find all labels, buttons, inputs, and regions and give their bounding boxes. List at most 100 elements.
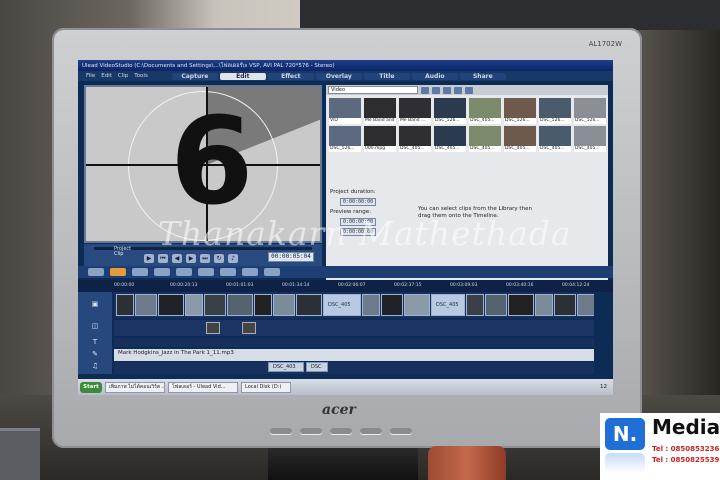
library-thumbnail[interactable]: DSC_526... xyxy=(329,126,361,152)
video-clip[interactable] xyxy=(254,294,272,316)
library-thumbnail[interactable]: Me Band ... xyxy=(399,98,431,124)
folder-icon[interactable] xyxy=(421,86,429,94)
video-clip-selected[interactable]: DSC_405 xyxy=(323,294,361,316)
home-icon[interactable]: ⏮ xyxy=(158,254,168,263)
fit-icon[interactable] xyxy=(220,268,236,276)
video-clip[interactable] xyxy=(185,294,203,316)
tab-title[interactable]: Title xyxy=(363,72,410,80)
library-thumbnail[interactable]: VID xyxy=(329,98,361,124)
title-track[interactable] xyxy=(114,338,594,347)
options-icon[interactable] xyxy=(454,86,462,94)
video-clip[interactable] xyxy=(296,294,322,316)
overlay-clip[interactable] xyxy=(206,322,220,334)
menu-edit[interactable]: Edit xyxy=(101,73,112,79)
video-track[interactable]: DSC_405 DSC_405 xyxy=(114,292,594,318)
thumbnail-image xyxy=(399,126,431,146)
start-button[interactable]: Start xyxy=(80,381,102,393)
video-clip[interactable] xyxy=(273,294,295,316)
tab-share[interactable]: Share xyxy=(459,72,506,80)
taskbar-item[interactable]: Local Disk (D:) xyxy=(241,381,291,393)
volume-icon[interactable]: ♪ xyxy=(228,254,238,263)
dark-wall-panel xyxy=(300,0,720,30)
video-track-icon[interactable]: ▣ xyxy=(88,300,102,309)
voice-track-icon[interactable]: ✎ xyxy=(88,350,102,359)
video-clip[interactable] xyxy=(535,294,553,316)
library-category-select[interactable]: Video xyxy=(328,86,418,94)
zoom-slider[interactable] xyxy=(198,268,214,276)
voice-clip[interactable]: DSC xyxy=(306,362,328,372)
library-thumbnail[interactable]: DSC_405... xyxy=(504,126,536,152)
menu-tools[interactable]: Tools xyxy=(134,73,148,79)
video-clip[interactable] xyxy=(554,294,576,316)
undo-icon[interactable] xyxy=(154,268,170,276)
library-thumbnail[interactable]: Me Band and ... xyxy=(364,98,396,124)
monitor-power-button[interactable] xyxy=(390,428,412,434)
track-manager-icon[interactable] xyxy=(264,268,280,276)
project-clip-toggle[interactable]: Project Clip xyxy=(114,247,131,257)
thumbnail-image xyxy=(574,98,606,118)
taskbar-item[interactable]: เพิ่มภาพ ไม่ได้คอนเวิร์ต ... xyxy=(105,381,165,393)
end-icon[interactable]: ⏭ xyxy=(200,254,210,263)
video-clip[interactable] xyxy=(158,294,184,316)
video-clip[interactable] xyxy=(116,294,134,316)
library-thumbnail[interactable]: DSC_526... xyxy=(574,98,606,124)
library-thumbnail[interactable]: DSC_526... xyxy=(539,98,571,124)
overlay-track-icon[interactable]: ◫ xyxy=(88,322,102,331)
monitor-menu-button[interactable] xyxy=(360,428,382,434)
timeline-ruler[interactable]: 00:00:00 00:00:20:13 00:01:01:03 00:01:34:1… xyxy=(78,280,613,292)
ruler-tick-label: 00:03:09:03 xyxy=(450,283,478,288)
video-clip[interactable] xyxy=(466,294,484,316)
library-thumbnail[interactable]: DSC_405... xyxy=(434,126,466,152)
video-clip[interactable] xyxy=(362,294,380,316)
monitor-left-button[interactable] xyxy=(300,428,322,434)
tab-effect[interactable]: Effect xyxy=(267,72,314,80)
video-clip[interactable] xyxy=(204,294,226,316)
overlay-track[interactable] xyxy=(114,320,594,336)
tab-audio[interactable]: Audio xyxy=(411,72,458,80)
storyboard-view-icon[interactable] xyxy=(88,268,104,276)
library-thumbnail[interactable]: DSC_526... xyxy=(434,98,466,124)
video-clip-selected[interactable]: DSC_405 xyxy=(431,294,465,316)
voice-track[interactable] xyxy=(114,362,594,374)
timecode-display[interactable]: 00:00:05:04 xyxy=(268,252,314,262)
redo-icon[interactable] xyxy=(176,268,192,276)
library-thumbnail[interactable]: DSC_405... xyxy=(469,126,501,152)
menu-file[interactable]: File xyxy=(86,73,95,79)
video-clip[interactable] xyxy=(135,294,157,316)
music-track-icon[interactable]: ♫ xyxy=(88,362,102,371)
overlay-clip[interactable] xyxy=(242,322,256,334)
video-clip[interactable] xyxy=(577,294,594,316)
library-thumbnail[interactable]: 000.mpg xyxy=(364,126,396,152)
video-clip[interactable] xyxy=(227,294,253,316)
voice-clip[interactable]: DSC_403 xyxy=(268,362,304,372)
monitor-right-button[interactable] xyxy=(330,428,352,434)
library-thumbnail[interactable]: DSC_526... xyxy=(504,98,536,124)
next-frame-icon[interactable]: ▶ xyxy=(186,254,196,263)
play-icon[interactable]: ▶ xyxy=(144,254,154,263)
video-clip[interactable] xyxy=(508,294,534,316)
tab-overlay[interactable]: Overlay xyxy=(315,72,362,80)
thumbnail-image xyxy=(329,126,361,146)
video-clip[interactable] xyxy=(381,294,403,316)
library-thumbnail[interactable]: DSC_405... xyxy=(539,126,571,152)
timeline-view-icon[interactable] xyxy=(110,268,126,276)
library-thumbnail[interactable]: DSC_405... xyxy=(399,126,431,152)
taskbar-item[interactable]: โฟลเดอร์ - Ulead Vid... xyxy=(168,381,238,393)
view-icon[interactable] xyxy=(443,86,451,94)
library-thumbnail[interactable]: DSC_405... xyxy=(574,126,606,152)
menu-clip[interactable]: Clip xyxy=(118,73,128,79)
audio-view-icon[interactable] xyxy=(132,268,148,276)
color-icon[interactable] xyxy=(465,86,473,94)
title-track-icon[interactable]: T xyxy=(88,338,102,347)
video-clip[interactable] xyxy=(404,294,430,316)
thumbnail-caption: VID xyxy=(329,118,361,124)
prev-frame-icon[interactable]: ◀ xyxy=(172,254,182,263)
tab-capture[interactable]: Capture xyxy=(171,72,218,80)
image-icon[interactable] xyxy=(432,86,440,94)
video-clip[interactable] xyxy=(485,294,507,316)
tab-edit[interactable]: Edit xyxy=(219,72,266,80)
record-icon[interactable] xyxy=(242,268,258,276)
monitor-auto-button[interactable] xyxy=(270,428,292,434)
library-thumbnail[interactable]: DSC_405... xyxy=(469,98,501,124)
repeat-icon[interactable]: ↻ xyxy=(214,254,224,263)
